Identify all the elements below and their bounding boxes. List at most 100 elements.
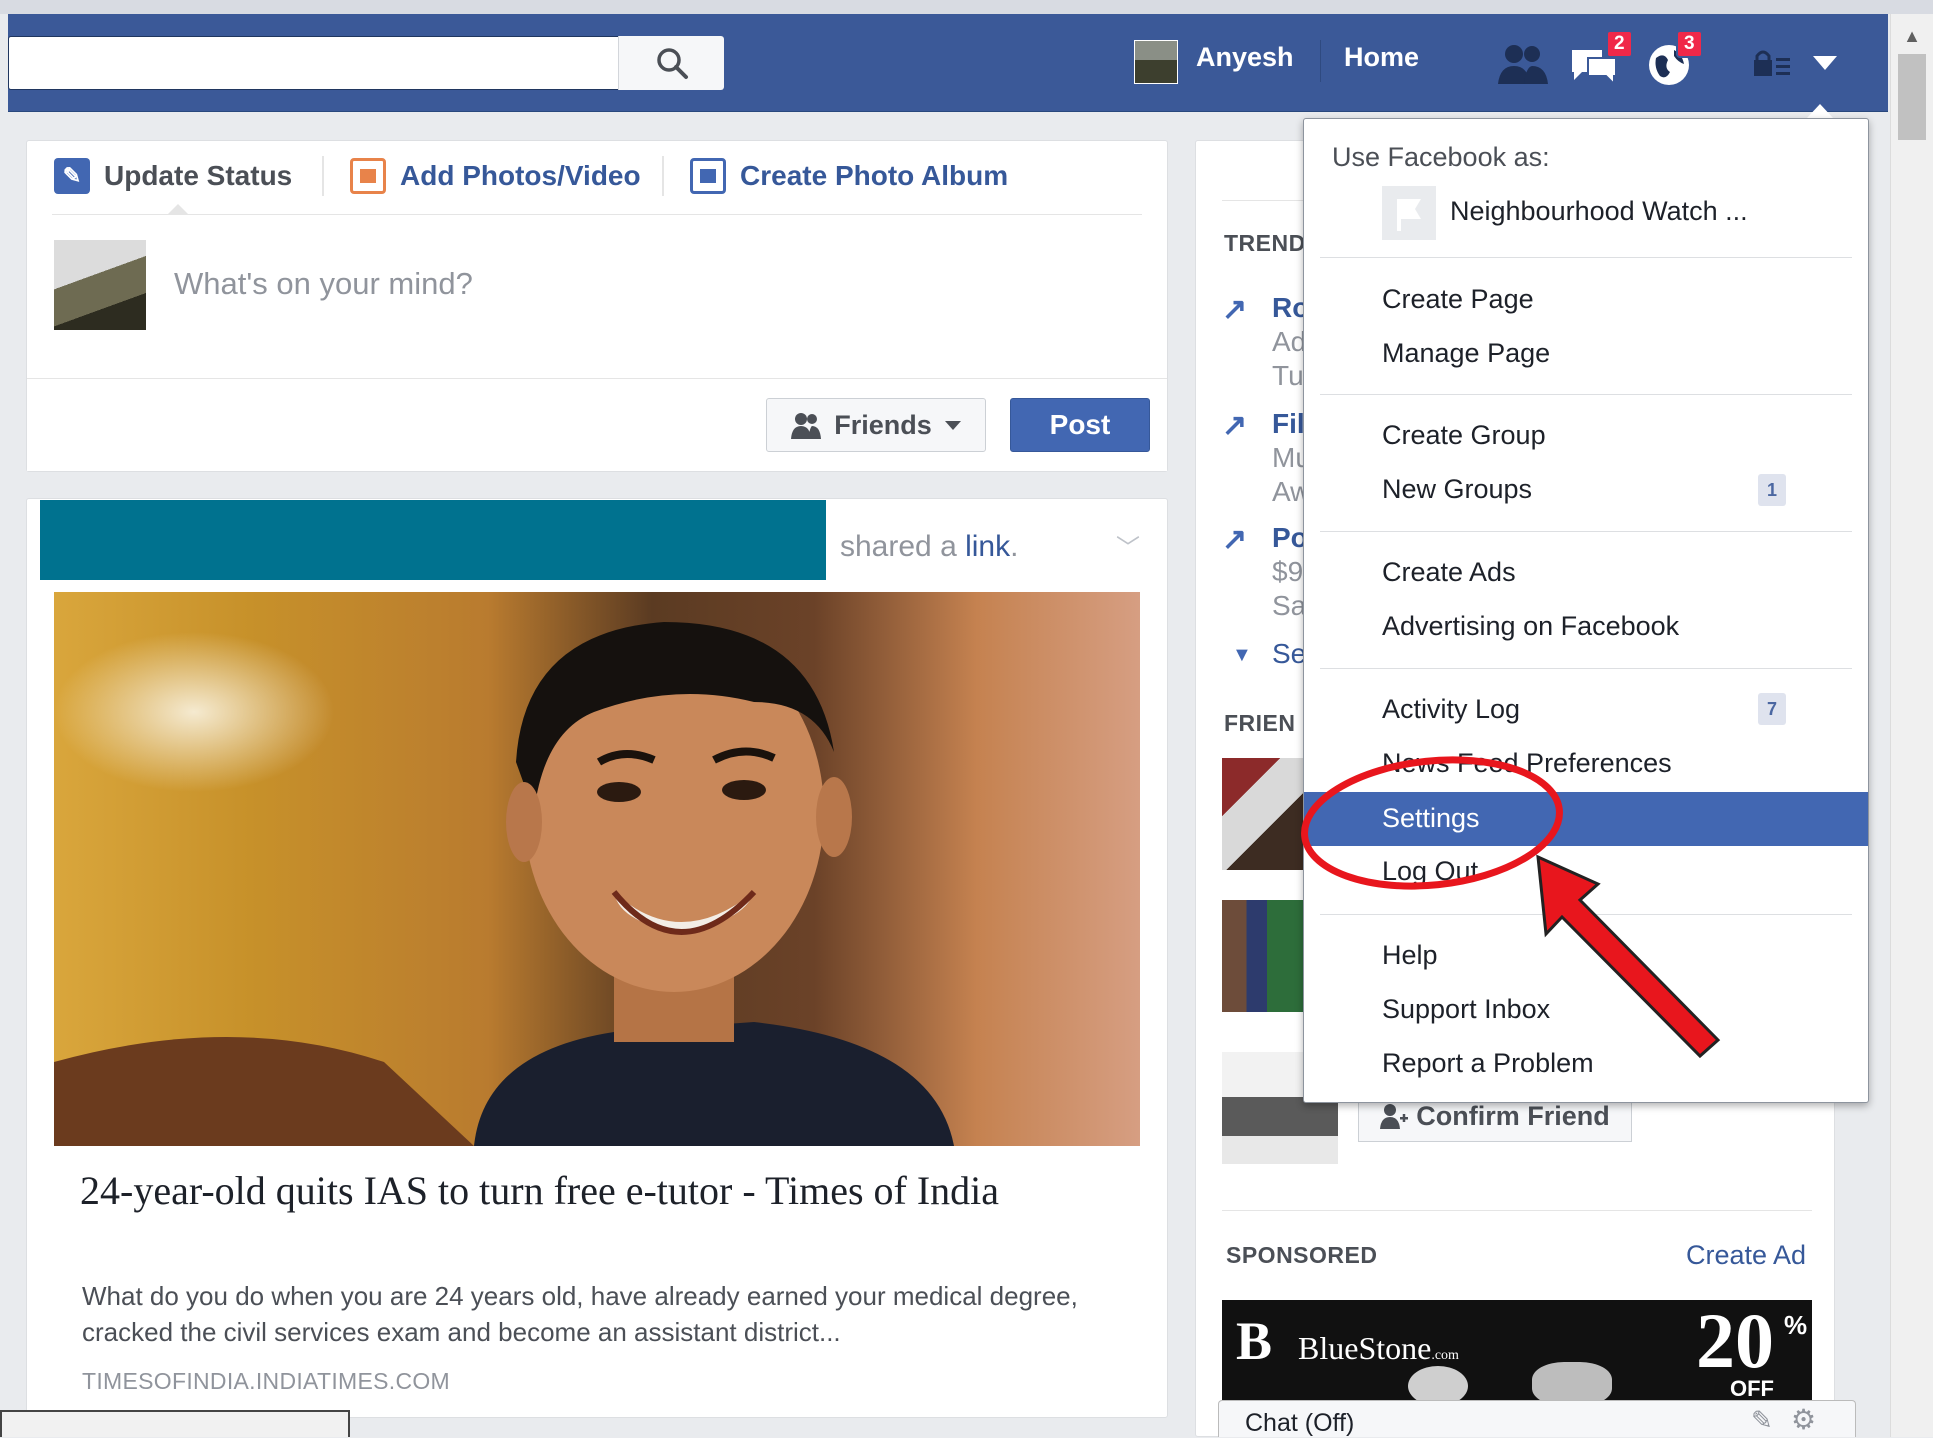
scroll-up-arrow-icon[interactable]: ▲ [1898,24,1926,48]
page-scrollbar[interactable] [1890,14,1933,1437]
window-top-strip [0,0,1933,14]
compose-icon[interactable]: ✎ [1751,1405,1773,1436]
ad-logo-mark: B [1236,1311,1273,1371]
ad-percent: % [1784,1310,1808,1340]
photo-icon [350,158,386,194]
privacy-shortcuts-button[interactable] [1752,48,1794,83]
menu-item-activity-log[interactable]: Activity Log [1382,694,1520,725]
chat-bar[interactable]: Chat (Off) ✎ ⚙ [1218,1400,1856,1437]
trending-arrow-icon: ↗ [1222,523,1248,556]
caret-down-icon [944,421,961,430]
see-more-caret-icon[interactable]: ▼ [1232,644,1252,667]
gear-icon[interactable]: ⚙ [1791,1403,1816,1436]
nav-divider [1320,40,1321,82]
use-facebook-as-label: Use Facebook as: [1332,142,1550,172]
audience-selector-button[interactable]: Friends [766,398,986,452]
page-thumbnail [1382,186,1436,240]
home-link[interactable]: Home [1344,42,1419,73]
friend-request-photo[interactable] [1222,900,1304,1012]
scrollbar-thumb[interactable] [1898,54,1926,140]
status-bar [0,1410,350,1437]
friends-icon [791,413,822,439]
search-input[interactable] [8,36,724,90]
trend-subtitle: Ad [1272,326,1307,357]
pencil-icon: ✎ [54,158,90,194]
menu-item-news-feed-preferences[interactable]: News Feed Preferences [1382,748,1672,779]
menu-separator [1320,668,1852,669]
tab-separator [322,156,324,196]
ad-brand: BlueStone.com [1298,1330,1459,1366]
ad-jewel-image [1532,1362,1612,1400]
story-link-image[interactable] [54,592,1140,1146]
add-friend-icon [1380,1104,1409,1129]
menu-item-neighbourhood-watch[interactable]: Neighbourhood Watch ... [1450,196,1748,227]
shared-link-text: shared a link. [840,530,1019,563]
story-link-description: What do you do when you are 24 years old… [82,1281,1078,1347]
menu-item-manage-page[interactable]: Manage Page [1382,338,1550,369]
active-tab-pointer [168,204,188,214]
chat-status-label: Chat (Off) [1245,1409,1355,1437]
profile-name-link[interactable]: Anyesh [1196,42,1294,73]
menu-separator [1320,914,1852,915]
menu-item-create-ads[interactable]: Create Ads [1382,557,1516,588]
trend-subtitle: $9 [1272,556,1304,587]
composer-footer [27,378,1167,471]
caret-down-icon [1813,56,1837,70]
tab-update-status[interactable]: ✎ Update Status [54,158,292,194]
album-icon [690,158,726,194]
lock-icon [1754,50,1790,76]
trending-arrow-icon: ↗ [1222,293,1248,326]
friend-requests-button[interactable] [1494,42,1550,91]
trend-subtitle: Tu [1272,360,1304,391]
tab-create-photo-album[interactable]: Create Photo Album [690,158,1008,194]
trend-title[interactable]: Fil [1272,408,1305,440]
menu-item-new-groups[interactable]: New Groups [1382,474,1532,505]
sponsored-heading: SPONSORED [1226,1242,1378,1268]
story-link-title[interactable]: 24-year-old quits IAS to turn free e-tut… [80,1166,1080,1216]
ad-discount: 20 [1696,1300,1774,1384]
friend-requests-heading: FRIEN [1224,710,1296,736]
sidebar-divider [1222,1210,1812,1211]
activity-log-count-badge: 7 [1758,693,1786,725]
menu-item-support-inbox[interactable]: Support Inbox [1382,994,1550,1025]
menu-item-create-group[interactable]: Create Group [1382,420,1546,451]
menu-item-advertising-on-facebook[interactable]: Advertising on Facebook [1382,611,1679,642]
friend-requests-icon [1498,45,1548,84]
trending-heading: TREND [1224,230,1306,256]
composer-divider [52,214,1142,215]
menu-separator [1320,531,1852,532]
sponsored-ad-banner[interactable]: B BlueStone.com 20 % OFF [1222,1300,1812,1400]
menu-item-report-a-problem[interactable]: Report a Problem [1382,1048,1594,1079]
status-input[interactable]: What's on your mind? [174,266,473,302]
trending-arrow-icon: ↗ [1222,409,1248,442]
menu-item-create-page[interactable]: Create Page [1382,284,1534,315]
portrait-photo [54,622,954,1146]
account-menu-button[interactable] [1810,50,1840,79]
see-more-link[interactable]: Se [1272,638,1306,670]
menu-separator [1320,257,1852,258]
search-icon [656,48,688,79]
menu-separator [1320,394,1852,395]
notifications-count-badge: 3 [1676,30,1703,58]
messages-count-badge: 2 [1606,30,1633,58]
tab-separator [662,156,664,196]
search-button[interactable] [618,36,724,90]
post-button[interactable]: Post [1010,398,1150,452]
story-link-domain: TIMESOFINDIA.INDIATIMES.COM [82,1368,451,1394]
new-groups-count-badge: 1 [1758,474,1786,506]
ad-off-label: OFF [1730,1376,1774,1400]
menu-caret-pointer [1806,104,1834,119]
link-anchor[interactable]: link [965,530,1010,563]
story-options-chevron-icon[interactable]: ﹀ [1116,528,1140,563]
tab-add-photos-video[interactable]: Add Photos/Video [350,158,641,194]
menu-item-log-out[interactable]: Log Out [1382,856,1478,887]
friend-request-photo[interactable] [1222,758,1304,870]
profile-avatar[interactable] [1134,40,1178,84]
ad-ring-image [1408,1366,1468,1400]
menu-item-settings[interactable]: Settings [1382,803,1480,834]
menu-item-help[interactable]: Help [1382,940,1438,971]
flag-icon [1397,199,1421,231]
composer-avatar [54,240,146,330]
create-ad-link[interactable]: Create Ad [1686,1240,1806,1271]
trend-subtitle: Sa [1272,590,1307,621]
